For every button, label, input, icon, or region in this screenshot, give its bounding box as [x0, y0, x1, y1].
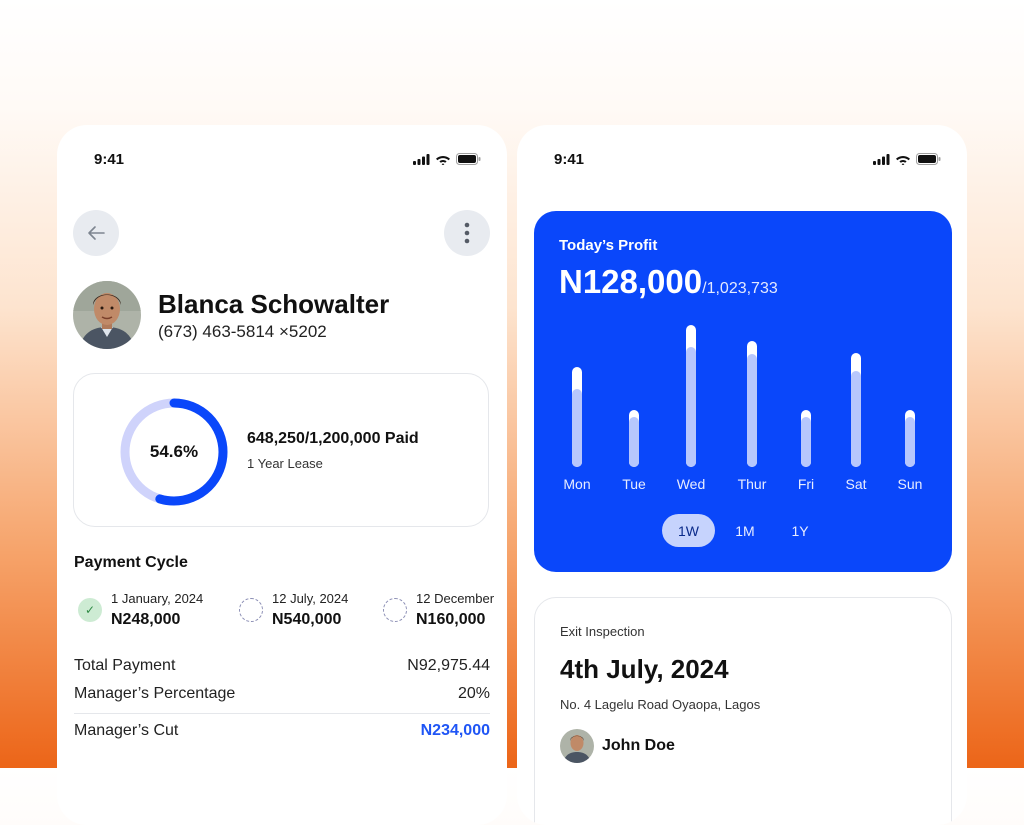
- status-time: 9:41: [94, 151, 125, 168]
- status-time: 9:41: [554, 151, 585, 168]
- inspection-label: Exit Inspection: [560, 624, 645, 639]
- status-bar: 9:41: [57, 125, 507, 195]
- profit-card: Today’s Profit N128,000/1,023,733 Mon Tue…: [534, 211, 952, 572]
- divider: [74, 713, 490, 714]
- day-label: Fri: [797, 476, 815, 492]
- range-1m-button[interactable]: 1M: [722, 514, 768, 547]
- signal-icon: [873, 154, 890, 165]
- manager-percentage-value: 20%: [457, 685, 490, 702]
- manager-cut-row: Manager’s Cut N234,000: [74, 722, 490, 740]
- bar-fill-fri: [801, 417, 811, 467]
- pending-circle-icon: [383, 598, 407, 622]
- cycle-date: 1 January, 2024: [111, 591, 204, 606]
- exit-inspection-card[interactable]: Exit Inspection 4th July, 2024 No. 4 Lag…: [534, 597, 952, 825]
- paid-amount: 648,250/1,200,000 Paid: [247, 430, 419, 447]
- range-1w-button[interactable]: 1W: [662, 514, 715, 547]
- cycle-date: 12 July, 2024: [272, 591, 349, 606]
- day-label: Sun: [897, 476, 923, 492]
- manager-cut-label: Manager’s Cut: [74, 722, 179, 739]
- tenant-phone: (673) 463-5814 ×5202: [158, 322, 327, 341]
- pending-circle-icon: [239, 598, 263, 622]
- signal-icon: [413, 154, 430, 165]
- lease-progress-card: 54.6% 648,250/1,200,000 Paid 1 Year Leas…: [73, 373, 489, 527]
- tenant-name: Blanca Schowalter: [158, 289, 390, 319]
- back-button[interactable]: [73, 210, 119, 256]
- cycle-amount: N160,000: [416, 611, 486, 628]
- avatar: [73, 281, 141, 349]
- day-label: Tue: [622, 476, 646, 492]
- check-icon: ✓: [78, 598, 102, 622]
- bar-wed: [686, 325, 696, 467]
- bar-thur: [747, 341, 757, 467]
- cycle-amount: N540,000: [272, 611, 342, 628]
- more-vertical-icon: [464, 222, 470, 244]
- inspection-address: No. 4 Lagelu Road Oyaopa, Lagos: [560, 697, 761, 712]
- manager-percentage-label: Manager’s Percentage: [74, 685, 236, 702]
- inspection-date: 4th July, 2024: [560, 654, 729, 684]
- day-label: Sat: [845, 476, 867, 492]
- user-avatar-image: [73, 281, 141, 349]
- total-payment-label: Total Payment: [74, 657, 176, 674]
- total-payment-row: Total Payment N92,975.44: [74, 657, 490, 675]
- wifi-icon: [896, 156, 910, 165]
- bar-mon: [572, 367, 582, 467]
- battery-icon: [916, 153, 941, 165]
- lease-term: 1 Year Lease: [247, 456, 323, 471]
- progress-percent: 54.6%: [149, 442, 199, 461]
- bar-fill-mon: [572, 389, 582, 467]
- cycle-date: 12 December: [416, 591, 494, 606]
- bar-tue: [629, 410, 639, 467]
- day-label: Mon: [563, 476, 591, 492]
- battery-icon: [456, 153, 481, 165]
- bar-fill-wed: [686, 347, 696, 467]
- status-icons: [413, 153, 481, 165]
- range-1y-button[interactable]: 1Y: [777, 514, 823, 547]
- status-icons: [873, 153, 941, 165]
- total-payment-value: N92,975.44: [407, 657, 490, 674]
- bar-fill-sun: [905, 417, 915, 467]
- user-avatar-image: [560, 729, 594, 763]
- more-options-button[interactable]: [444, 210, 490, 256]
- cycle-amount: N248,000: [111, 611, 181, 628]
- bar-fri: [801, 410, 811, 467]
- payment-cycle-list: ✓ 1 January, 2024 N248,000 12 July, 2024…: [74, 587, 494, 637]
- arrow-left-icon: [88, 226, 105, 240]
- day-label: Thur: [737, 476, 767, 492]
- manager-cut-value: N234,000: [420, 722, 490, 739]
- payment-cycle-title: Payment Cycle: [74, 554, 188, 571]
- bar-sat: [851, 353, 861, 467]
- profit-dashboard-screen: 9:41 Today’s Profit N128,000/1,023,733 M…: [517, 125, 967, 825]
- bar-fill-sat: [851, 371, 861, 467]
- progress-ring: 54.6%: [120, 398, 228, 506]
- status-bar: 9:41: [517, 125, 967, 195]
- avatar: [560, 729, 594, 763]
- bar-fill-thur: [747, 354, 757, 467]
- bar-sun: [905, 410, 915, 467]
- inspector-name: John Doe: [602, 737, 675, 754]
- manager-percentage-row: Manager’s Percentage 20%: [74, 685, 490, 703]
- tenant-detail-screen: 9:41 Blanca Schowalter (673) 463-5814 ×5…: [57, 125, 507, 825]
- wifi-icon: [436, 156, 450, 165]
- bar-fill-tue: [629, 417, 639, 467]
- day-label: Wed: [676, 476, 706, 492]
